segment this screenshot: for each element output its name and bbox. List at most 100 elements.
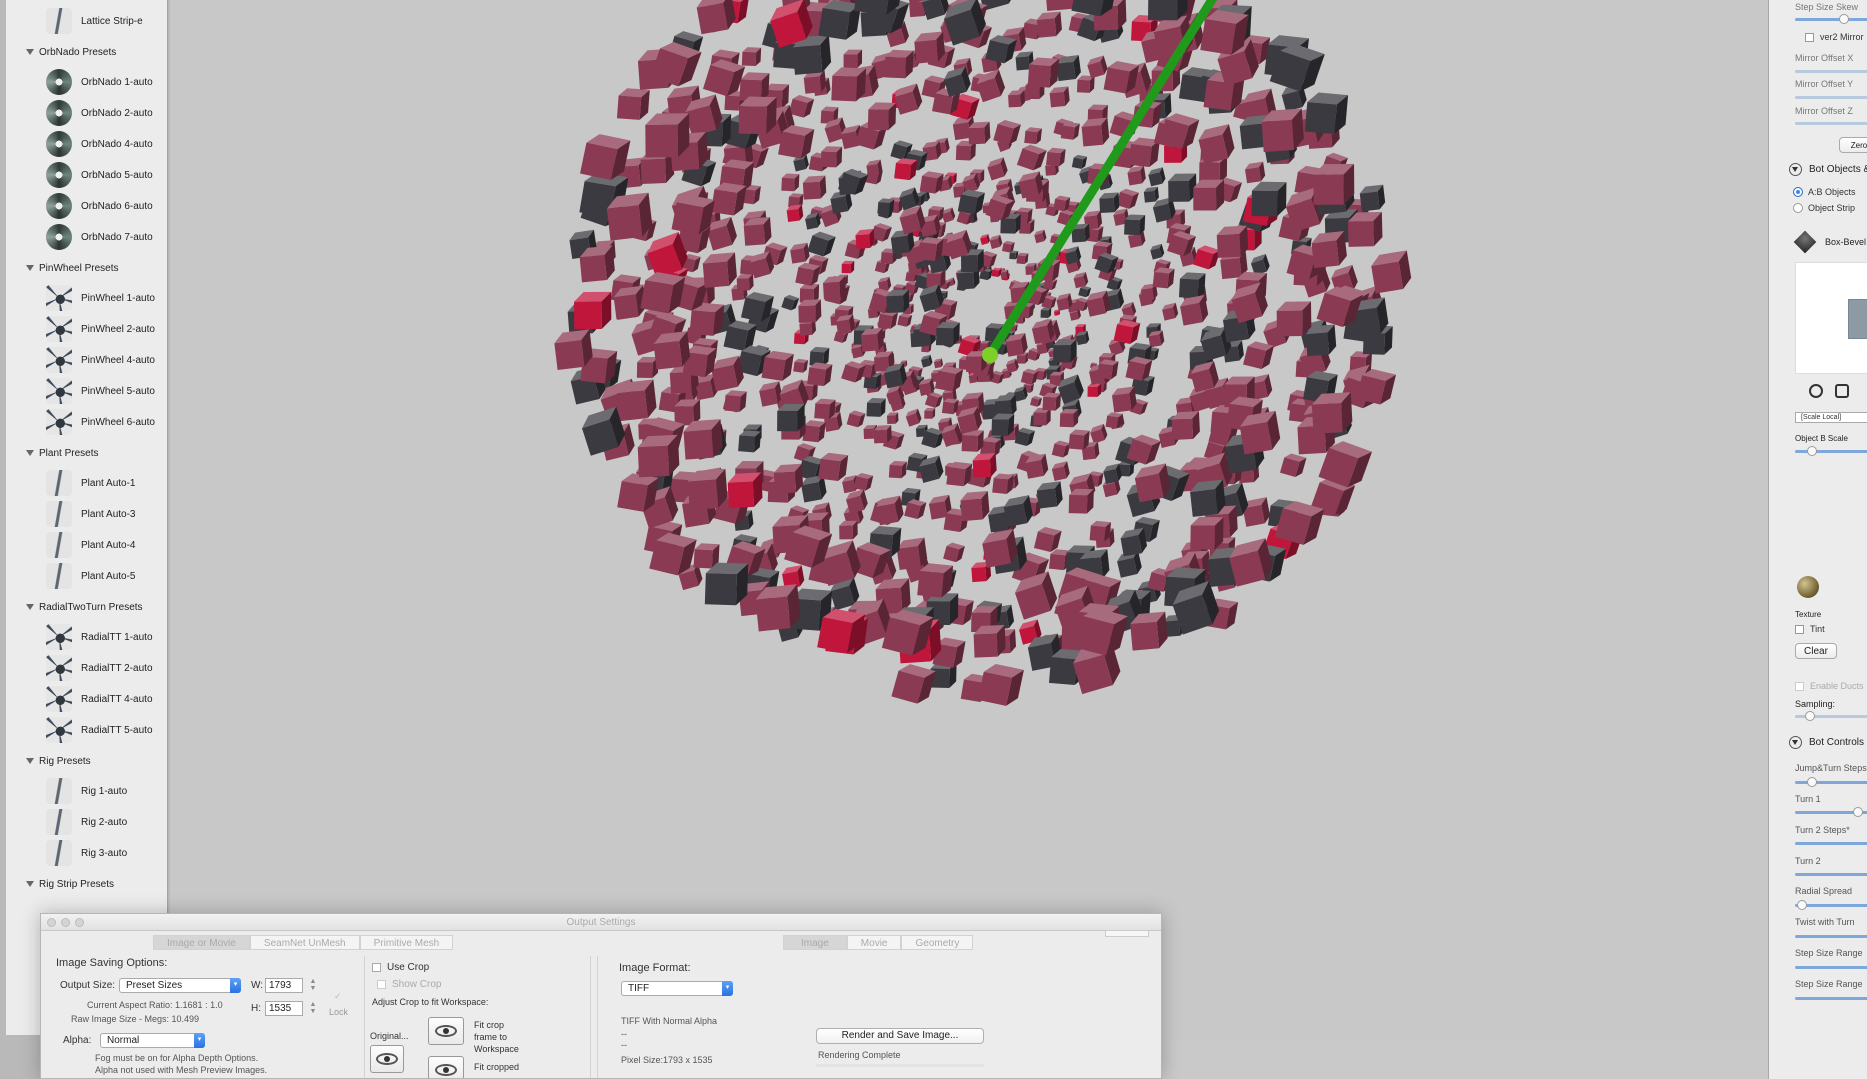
alpha-select[interactable]: Normal ▾ (100, 1033, 205, 1048)
preset-item[interactable]: RadialTT 1-auto (6, 622, 167, 652)
preset-list[interactable]: Lattice Strip-e OrbNado Presets OrbNado 1… (6, 0, 168, 1035)
disclosure-triangle-icon[interactable] (26, 265, 34, 271)
disclosure-triangle-icon[interactable] (26, 49, 34, 55)
render-and-save-button[interactable]: Render and Save Image... (816, 1028, 984, 1044)
disclosure-triangle-icon[interactable] (1789, 736, 1802, 749)
group-header[interactable]: OrbNado Presets (6, 41, 167, 63)
clear-button[interactable]: Clear (1795, 643, 1837, 659)
chevron-down-icon[interactable]: ▾ (230, 978, 241, 993)
tint-checkbox[interactable]: Tint (1795, 624, 1825, 634)
dialog-titlebar[interactable]: Output Settings (41, 914, 1161, 931)
enable-ducts-checkbox[interactable]: Enable Ducts (1795, 681, 1864, 691)
object-strip-radio[interactable]: Object Strip (1793, 203, 1855, 213)
preset-item[interactable]: Rig 1-auto (6, 776, 167, 806)
image-format-select[interactable]: TIFF ▾ (621, 981, 733, 996)
output-size-select[interactable]: Preset Sizes ▾ (119, 978, 241, 993)
preset-item[interactable]: Plant Auto-1 (6, 468, 167, 498)
preset-item[interactable]: PinWheel 1-auto (6, 283, 167, 313)
use-crop-checkbox[interactable]: Use Crop (372, 962, 429, 973)
checkbox-box[interactable] (1795, 624, 1804, 634)
tab-image-or-movie[interactable]: Image or Movie (153, 935, 250, 950)
radio-dot[interactable] (1793, 187, 1803, 197)
disclosure-triangle-icon[interactable] (26, 881, 34, 887)
preset-item[interactable]: OrbNado 7-auto (6, 222, 167, 252)
preset-item[interactable]: Rig 2-auto (6, 807, 167, 837)
group-header[interactable]: RadialTwoTurn Presets (6, 596, 167, 618)
original-view-button[interactable] (370, 1045, 404, 1073)
preset-item[interactable]: Rig 3-auto (6, 838, 167, 868)
mirror-offset-y-slider[interactable] (1795, 96, 1867, 99)
height-field[interactable]: 1535 (265, 1001, 303, 1016)
chevron-down-icon[interactable]: ▾ (194, 1033, 205, 1048)
close-window-button[interactable] (47, 918, 56, 927)
slider-knob[interactable] (1797, 900, 1807, 910)
checkbox-box[interactable] (377, 980, 386, 989)
texture-sphere-icon[interactable] (1797, 576, 1819, 598)
preset-item[interactable]: Plant Auto-3 (6, 499, 167, 529)
ab-objects-radio[interactable]: A:B Objects (1793, 187, 1856, 197)
turn-2-steps-slider[interactable] (1795, 842, 1867, 845)
width-field[interactable]: 1793 (265, 978, 303, 993)
twist-with-turn-slider[interactable] (1795, 935, 1867, 938)
tab-image[interactable]: Image (783, 935, 847, 950)
disclosure-triangle-icon[interactable] (26, 758, 34, 764)
show-crop-checkbox[interactable]: Show Crop (377, 979, 441, 990)
preset-item[interactable]: RadialTT 2-auto (6, 653, 167, 683)
preset-item[interactable]: PinWheel 4-auto (6, 345, 167, 375)
tab-movie[interactable]: Movie (846, 935, 902, 950)
mirror-offset-x-slider[interactable] (1795, 70, 1867, 73)
preset-item[interactable]: OrbNado 5-auto (6, 160, 167, 190)
lock-label[interactable]: Lock (329, 1007, 348, 1017)
turn-2-slider[interactable] (1795, 873, 1867, 876)
dialog-resize-handle[interactable] (1105, 930, 1149, 937)
width-stepper-icon[interactable]: ▲ ▼ (309, 978, 317, 993)
step-size-skew-slider[interactable] (1795, 14, 1867, 24)
fit-cropped-button[interactable] (428, 1056, 464, 1078)
slider-knob[interactable] (1807, 777, 1817, 787)
zero-button[interactable]: Zero (1839, 137, 1867, 153)
preset-item[interactable]: OrbNado 6-auto (6, 191, 167, 221)
mirror-offset-z-slider[interactable] (1795, 122, 1867, 125)
group-header[interactable]: Rig Presets (6, 750, 167, 772)
slider-knob[interactable] (1807, 446, 1817, 456)
bot-controls-section[interactable]: Bot Controls (1789, 736, 1864, 749)
preset-item[interactable]: PinWheel 2-auto (6, 314, 167, 344)
tab-seamnet-unmesh[interactable]: SeamNet UnMesh (249, 935, 360, 950)
turn-1-slider[interactable] (1795, 807, 1867, 817)
checkbox-box[interactable] (1795, 681, 1804, 691)
step-size-range-1-slider[interactable] (1795, 966, 1867, 969)
preset-item[interactable]: PinWheel 5-auto (6, 376, 167, 406)
ver2-mirror-checkbox[interactable]: ver2 Mirror (1805, 32, 1864, 42)
preset-item[interactable]: PinWheel 6-auto (6, 407, 167, 437)
zoom-window-button[interactable] (75, 918, 84, 927)
preset-item[interactable]: RadialTT 5-auto (6, 715, 167, 745)
radial-spread-slider[interactable] (1795, 900, 1867, 910)
group-header[interactable]: PinWheel Presets (6, 257, 167, 279)
object-b-scale-slider[interactable] (1795, 446, 1867, 456)
jump-turn-steps-slider[interactable] (1795, 777, 1867, 787)
preset-item[interactable]: Plant Auto-5 (6, 561, 167, 591)
fit-crop-frame-button[interactable] (428, 1017, 464, 1045)
snapshot-icon[interactable] (1835, 384, 1849, 398)
3d-viewport[interactable] (170, 0, 1768, 1040)
disclosure-triangle-icon[interactable] (26, 450, 34, 456)
pivot-handle[interactable] (982, 347, 998, 363)
minimize-window-button[interactable] (61, 918, 70, 927)
preset-item[interactable]: RadialTT 4-auto (6, 684, 167, 714)
checkbox-box[interactable] (372, 963, 381, 972)
preset-item[interactable]: OrbNado 2-auto (6, 98, 167, 128)
camera-icon[interactable] (1809, 384, 1823, 398)
slider-knob[interactable] (1853, 807, 1863, 817)
slider-knob[interactable] (1839, 14, 1849, 24)
preset-item[interactable]: OrbNado 4-auto (6, 129, 167, 159)
disclosure-triangle-icon[interactable] (26, 604, 34, 610)
bot-objects-section[interactable]: Bot Objects & (1789, 163, 1867, 176)
radio-dot[interactable] (1793, 203, 1803, 213)
slider-knob[interactable] (1805, 711, 1815, 721)
step-size-range-2-slider[interactable] (1795, 997, 1867, 1000)
group-header[interactable]: Rig Strip Presets (6, 873, 167, 895)
preset-item-lattice-strip[interactable]: Lattice Strip-e (6, 6, 167, 36)
group-header[interactable]: Plant Presets (6, 442, 167, 464)
scale-local-field[interactable]: [Scale Local] (1795, 412, 1867, 423)
checkbox-box[interactable] (1805, 32, 1814, 42)
